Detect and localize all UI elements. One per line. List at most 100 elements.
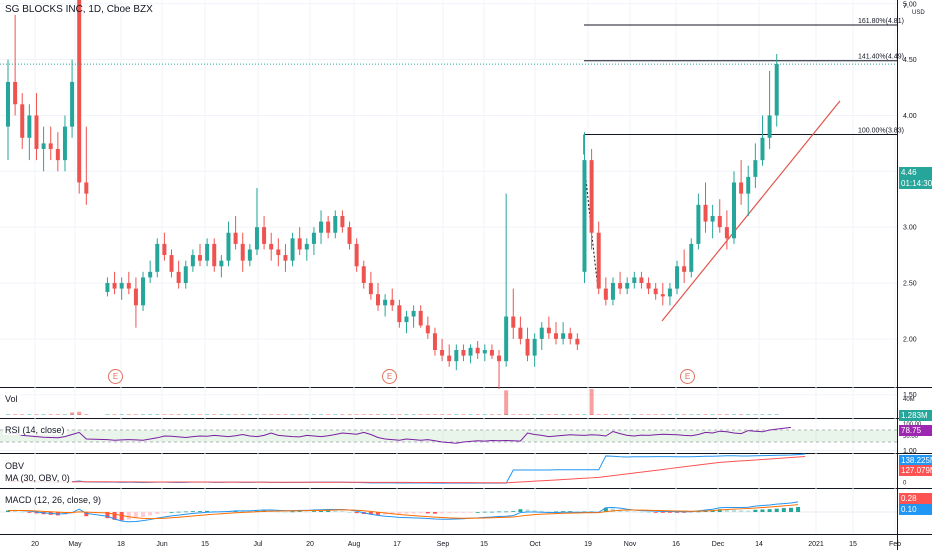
macd-label: MACD (12, 26, close, 9) (3, 495, 104, 505)
chart-svg[interactable]: 20 May 18 Jun 15 Jul 20 Aug 17 Sep 15 Oct 19 Nov 16 Dec… (0, 0, 932, 550)
candle-body (6, 81, 10, 127)
volume-bar (148, 414, 153, 415)
volume-bar (639, 414, 644, 415)
macd-histogram-bar (354, 512, 359, 514)
candle-body (55, 148, 60, 161)
macd-histogram-bar (425, 512, 430, 514)
volume-bar (290, 414, 295, 415)
earnings-marker[interactable]: E (108, 369, 123, 384)
macd-histogram-bar (141, 512, 146, 518)
candle-body (205, 243, 210, 261)
y-tick-label: 4.50 (903, 57, 917, 64)
x-tick-label: Sep (437, 541, 450, 548)
candle-body (119, 283, 124, 289)
candle-body (162, 243, 167, 256)
candle-body (13, 81, 18, 105)
macd-histogram-bar (497, 511, 502, 513)
volume-bar (133, 414, 138, 415)
candle-body (304, 243, 309, 250)
candle-body (618, 283, 623, 289)
candle-body (347, 227, 352, 244)
macd-histogram-bar (489, 511, 494, 513)
candle-body (440, 350, 445, 356)
candle-body (404, 316, 409, 323)
candle-body (724, 227, 729, 239)
candle-body (432, 333, 437, 351)
last-price-badge: 4.46 (899, 167, 932, 178)
candle-body (425, 325, 430, 334)
rsi-label: RSI (14, close) (3, 425, 67, 435)
macd-histogram-bar (404, 512, 409, 514)
earnings-marker[interactable]: E (680, 369, 695, 384)
candle-body (418, 310, 423, 326)
x-tick-label: 15 (480, 541, 488, 548)
candle-body (176, 271, 181, 283)
trend-line (661, 100, 841, 322)
macd-histogram-bar (148, 512, 153, 516)
candle-body (105, 283, 110, 292)
candle-body (561, 333, 566, 339)
macd-histogram-bar (169, 512, 174, 513)
candle-body (247, 249, 252, 261)
volume-bar (383, 414, 388, 415)
volume-bar (62, 414, 67, 415)
obv-ma-line (7, 456, 806, 484)
volume-bar (169, 414, 174, 415)
obv-ma-value-badge: 127.079M (899, 465, 932, 476)
candle-body (141, 277, 146, 306)
candle-body (326, 221, 331, 233)
volume-bar (219, 414, 224, 415)
volume-bar (390, 414, 395, 415)
volume-bar (176, 414, 181, 415)
macd-histogram-bar (340, 511, 345, 512)
volume-bar (198, 414, 202, 415)
volume-bar (760, 414, 765, 415)
volume-bar (511, 414, 516, 415)
macd-histogram-bar (646, 512, 651, 513)
candle-body (319, 221, 324, 233)
volume-bar (575, 414, 580, 415)
volume-bar (84, 414, 89, 415)
volume-bar (48, 414, 53, 415)
volume-bar (753, 414, 758, 415)
candle-body (240, 243, 245, 261)
candle-body (183, 266, 188, 283)
x-tick-label: Jun (156, 541, 167, 548)
macd-histogram-bar (326, 510, 331, 512)
chart-stage[interactable]: 20 May 18 Jun 15 Jul 20 Aug 17 Sep 15 Oct 19 Nov 16 Dec… (0, 0, 932, 550)
volume-bar (27, 414, 32, 415)
earnings-marker[interactable]: E (382, 369, 397, 384)
candle-body (475, 347, 480, 354)
macd-histogram-bar (518, 509, 523, 512)
candle-body (525, 338, 530, 356)
y-tick-label: 3.00 (903, 225, 917, 232)
volume-bar (269, 414, 274, 415)
candle-body (70, 81, 75, 127)
candle-body (190, 255, 195, 267)
candle-body (610, 283, 615, 300)
candle-body (77, 0, 82, 183)
volume-bar (319, 414, 324, 415)
volume-bar (717, 414, 722, 415)
candle-body (27, 115, 32, 138)
fib-level-label: 141.40%(4.49) (858, 54, 904, 61)
volume-bar (739, 414, 744, 415)
volume-bar (397, 414, 402, 415)
volume-bar (632, 414, 637, 415)
volume-bar (689, 414, 694, 415)
macd-histogram-bar (760, 509, 765, 512)
candle-body (689, 243, 694, 272)
y-tick-label-top: 7. (903, 3, 909, 10)
candle-body (504, 316, 509, 362)
volume-bar (703, 414, 708, 415)
volume-bar (333, 414, 338, 415)
x-tick-label: Oct (530, 541, 541, 548)
rsi-value-badge: 78.75 (899, 425, 932, 436)
macd-histogram-bar (27, 512, 32, 513)
volume-bar (162, 414, 167, 415)
volume-spike-bar (589, 389, 594, 415)
candle-body (696, 204, 701, 244)
volume-bar (304, 414, 309, 415)
volume-bar (233, 414, 238, 415)
volume-bar (618, 414, 623, 415)
